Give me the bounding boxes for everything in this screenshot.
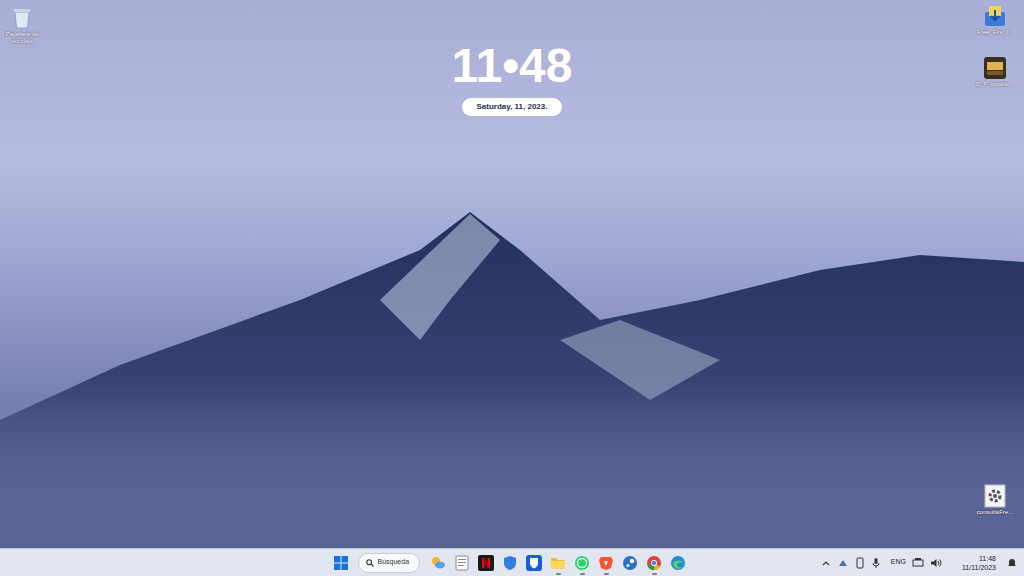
taskbar-app[interactable] bbox=[667, 550, 690, 576]
clock-time: 11•48 bbox=[452, 38, 573, 94]
edge-icon bbox=[670, 555, 686, 571]
notification-icon bbox=[1006, 557, 1018, 569]
desktop-icon-label: consultaFre... bbox=[970, 509, 1020, 516]
desktop-icon[interactable]: Free_Fire_I... bbox=[970, 4, 1020, 36]
windows-icon bbox=[334, 556, 348, 570]
settings-icon bbox=[983, 484, 1007, 508]
microphone-icon bbox=[871, 557, 881, 569]
running-indicator bbox=[508, 573, 513, 575]
taskbar-app[interactable] bbox=[547, 550, 570, 576]
taskbar-app[interactable] bbox=[451, 550, 474, 576]
search-box[interactable]: Búsqueda bbox=[358, 553, 420, 573]
desktop-icon[interactable]: consultaFre... bbox=[970, 484, 1020, 516]
taskbar-app[interactable] bbox=[571, 550, 594, 576]
network-icon bbox=[912, 557, 924, 569]
app-tray-icon bbox=[837, 557, 849, 569]
folder-icon bbox=[550, 555, 566, 571]
widgets-icon bbox=[430, 555, 446, 571]
taskbar-app[interactable] bbox=[427, 550, 450, 576]
taskbar-app[interactable] bbox=[523, 550, 546, 576]
search-icon bbox=[366, 559, 374, 567]
whatsapp-icon bbox=[574, 555, 590, 571]
bitwarden-icon bbox=[526, 555, 542, 571]
running-indicator bbox=[652, 573, 657, 575]
start-button[interactable] bbox=[329, 551, 353, 575]
tray-time: 11:48 bbox=[979, 554, 996, 563]
running-indicator bbox=[436, 573, 441, 575]
steam-icon bbox=[622, 555, 638, 571]
system-tray: ENG 11:4811/11/2023 bbox=[690, 554, 1024, 572]
taskbar-app[interactable] bbox=[499, 550, 522, 576]
running-indicator bbox=[556, 573, 561, 575]
desktop-icon-label: Free_Fire_I... bbox=[970, 29, 1020, 36]
language-indicator[interactable]: ENG bbox=[891, 557, 906, 568]
taskbar-app[interactable] bbox=[595, 550, 618, 576]
taskbar: Búsqueda ENG 11:4811/11/2023 bbox=[0, 548, 1024, 576]
brave-icon bbox=[598, 555, 614, 571]
recycle-bin-icon bbox=[10, 6, 34, 30]
shield-icon bbox=[502, 555, 518, 571]
chrome-icon bbox=[646, 555, 662, 571]
running-indicator bbox=[604, 573, 609, 575]
clock-widget: 11•48 Saturday, 11, 2023. bbox=[420, 38, 604, 116]
volume-icon bbox=[930, 557, 942, 569]
game-icon bbox=[983, 56, 1007, 80]
tray-date: 11/11/2023 bbox=[962, 563, 996, 572]
taskbar-apps: Búsqueda bbox=[329, 550, 690, 576]
running-indicator bbox=[676, 573, 681, 575]
chevron-up-icon bbox=[821, 558, 831, 568]
running-indicator bbox=[484, 573, 489, 575]
taskbar-app[interactable] bbox=[475, 550, 498, 576]
taskbar-app[interactable] bbox=[619, 550, 642, 576]
running-indicator bbox=[460, 573, 465, 575]
installer-icon bbox=[983, 4, 1007, 28]
running-indicator bbox=[532, 573, 537, 575]
desktop-icon[interactable]: Papelera de reciclaje bbox=[2, 6, 42, 45]
desktop-icon-label: Papelera de reciclaje bbox=[2, 31, 42, 45]
clock-date: Saturday, 11, 2023. bbox=[462, 98, 561, 116]
running-indicator bbox=[580, 573, 585, 575]
desktop-icon-label: S_P_installe... bbox=[970, 81, 1020, 88]
desktop-icon[interactable]: S_P_installe... bbox=[970, 56, 1020, 88]
netflix-icon bbox=[478, 555, 494, 571]
notepad-icon bbox=[454, 555, 470, 571]
search-placeholder: Búsqueda bbox=[378, 557, 410, 568]
tray-clock[interactable]: 11:4811/11/2023 bbox=[962, 554, 996, 572]
taskbar-app[interactable] bbox=[643, 550, 666, 576]
usb-icon bbox=[855, 557, 865, 569]
running-indicator bbox=[628, 573, 633, 575]
